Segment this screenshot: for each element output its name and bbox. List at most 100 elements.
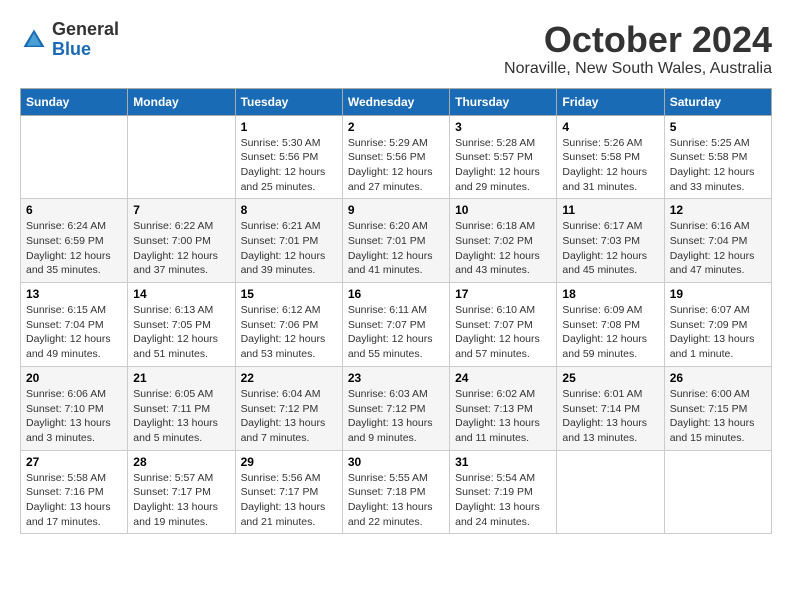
cell-content: Sunrise: 5:56 AMSunset: 7:17 PMDaylight:… [241, 471, 337, 530]
cell-content: Sunrise: 6:05 AMSunset: 7:11 PMDaylight:… [133, 387, 229, 446]
day-number: 24 [455, 371, 551, 385]
day-number: 20 [26, 371, 122, 385]
month-title: October 2024 [504, 20, 772, 60]
cell-content: Sunrise: 6:07 AMSunset: 7:09 PMDaylight:… [670, 303, 766, 362]
calendar-week-row: 20Sunrise: 6:06 AMSunset: 7:10 PMDayligh… [21, 366, 772, 450]
calendar-cell: 28 Sunrise: 5:57 AMSunset: 7:17 PMDayligh… [128, 450, 235, 534]
cell-content: Sunrise: 5:28 AMSunset: 5:57 PMDaylight:… [455, 136, 551, 195]
calendar-cell: 17 Sunrise: 6:10 AMSunset: 7:07 PMDayligh… [450, 283, 557, 367]
day-number: 30 [348, 455, 444, 469]
calendar-cell: 3 Sunrise: 5:28 AMSunset: 5:57 PMDaylight… [450, 115, 557, 199]
calendar-week-row: 6 Sunrise: 6:24 AMSunset: 6:59 PMDaylight… [21, 199, 772, 283]
day-number: 14 [133, 287, 229, 301]
day-number: 16 [348, 287, 444, 301]
day-number: 22 [241, 371, 337, 385]
day-number: 13 [26, 287, 122, 301]
calendar-cell: 31Sunrise: 5:54 AMSunset: 7:19 PMDayligh… [450, 450, 557, 534]
calendar-cell: 24Sunrise: 6:02 AMSunset: 7:13 PMDayligh… [450, 366, 557, 450]
cell-content: Sunrise: 6:12 AMSunset: 7:06 PMDaylight:… [241, 303, 337, 362]
calendar-cell: 8Sunrise: 6:21 AMSunset: 7:01 PMDaylight… [235, 199, 342, 283]
calendar-cell: 4Sunrise: 5:26 AMSunset: 5:58 PMDaylight… [557, 115, 664, 199]
calendar-cell: 10 Sunrise: 6:18 AMSunset: 7:02 PMDayligh… [450, 199, 557, 283]
cell-content: Sunrise: 5:26 AMSunset: 5:58 PMDaylight:… [562, 136, 658, 195]
day-number: 18 [562, 287, 658, 301]
calendar-cell: 16 Sunrise: 6:11 AMSunset: 7:07 PMDayligh… [342, 283, 449, 367]
cell-content: Sunrise: 5:57 AMSunset: 7:17 PMDaylight:… [133, 471, 229, 530]
day-number: 28 [133, 455, 229, 469]
cell-content: Sunrise: 6:17 AMSunset: 7:03 PMDaylight:… [562, 219, 658, 278]
calendar-cell: 20Sunrise: 6:06 AMSunset: 7:10 PMDayligh… [21, 366, 128, 450]
calendar-cell: 27 Sunrise: 5:58 AMSunset: 7:16 PMDayligh… [21, 450, 128, 534]
header-cell-thursday: Thursday [450, 88, 557, 115]
day-number: 1 [241, 120, 337, 134]
day-number: 3 [455, 120, 551, 134]
day-number: 9 [348, 203, 444, 217]
cell-content: Sunrise: 5:55 AMSunset: 7:18 PMDaylight:… [348, 471, 444, 530]
header-cell-tuesday: Tuesday [235, 88, 342, 115]
calendar-cell [128, 115, 235, 199]
day-number: 7 [133, 203, 229, 217]
cell-content: Sunrise: 6:00 AMSunset: 7:15 PMDaylight:… [670, 387, 766, 446]
cell-content: Sunrise: 5:25 AMSunset: 5:58 PMDaylight:… [670, 136, 766, 195]
calendar-week-row: 1 Sunrise: 5:30 AMSunset: 5:56 PMDaylight… [21, 115, 772, 199]
cell-content: Sunrise: 5:58 AMSunset: 7:16 PMDaylight:… [26, 471, 122, 530]
day-number: 25 [562, 371, 658, 385]
calendar-table: SundayMondayTuesdayWednesdayThursdayFrid… [20, 88, 772, 535]
day-number: 27 [26, 455, 122, 469]
cell-content: Sunrise: 6:01 AMSunset: 7:14 PMDaylight:… [562, 387, 658, 446]
calendar-cell [21, 115, 128, 199]
title-area: October 2024 Noraville, New South Wales,… [504, 20, 772, 78]
day-number: 8 [241, 203, 337, 217]
calendar-cell [664, 450, 771, 534]
day-number: 17 [455, 287, 551, 301]
calendar-cell [557, 450, 664, 534]
logo-blue-text: Blue [52, 39, 91, 59]
day-number: 15 [241, 287, 337, 301]
cell-content: Sunrise: 6:03 AMSunset: 7:12 PMDaylight:… [348, 387, 444, 446]
header-cell-wednesday: Wednesday [342, 88, 449, 115]
day-number: 21 [133, 371, 229, 385]
calendar-cell: 21 Sunrise: 6:05 AMSunset: 7:11 PMDayligh… [128, 366, 235, 450]
logo: General Blue [20, 20, 119, 60]
header-cell-sunday: Sunday [21, 88, 128, 115]
calendar-cell: 11Sunrise: 6:17 AMSunset: 7:03 PMDayligh… [557, 199, 664, 283]
calendar-cell: 13 Sunrise: 6:15 AMSunset: 7:04 PMDayligh… [21, 283, 128, 367]
cell-content: Sunrise: 6:11 AMSunset: 7:07 PMDaylight:… [348, 303, 444, 362]
calendar-cell: 29Sunrise: 5:56 AMSunset: 7:17 PMDayligh… [235, 450, 342, 534]
calendar-cell: 6 Sunrise: 6:24 AMSunset: 6:59 PMDaylight… [21, 199, 128, 283]
header-cell-monday: Monday [128, 88, 235, 115]
cell-content: Sunrise: 6:10 AMSunset: 7:07 PMDaylight:… [455, 303, 551, 362]
cell-content: Sunrise: 6:20 AMSunset: 7:01 PMDaylight:… [348, 219, 444, 278]
calendar-cell: 22 Sunrise: 6:04 AMSunset: 7:12 PMDayligh… [235, 366, 342, 450]
cell-content: Sunrise: 6:13 AMSunset: 7:05 PMDaylight:… [133, 303, 229, 362]
header-cell-saturday: Saturday [664, 88, 771, 115]
calendar-cell: 18 Sunrise: 6:09 AMSunset: 7:08 PMDayligh… [557, 283, 664, 367]
logo-general-text: General [52, 19, 119, 39]
header-cell-friday: Friday [557, 88, 664, 115]
day-number: 2 [348, 120, 444, 134]
calendar-cell: 1 Sunrise: 5:30 AMSunset: 5:56 PMDaylight… [235, 115, 342, 199]
calendar-cell: 25 Sunrise: 6:01 AMSunset: 7:14 PMDayligh… [557, 366, 664, 450]
cell-content: Sunrise: 6:04 AMSunset: 7:12 PMDaylight:… [241, 387, 337, 446]
day-number: 19 [670, 287, 766, 301]
calendar-cell: 2 Sunrise: 5:29 AMSunset: 5:56 PMDaylight… [342, 115, 449, 199]
calendar-cell: 15 Sunrise: 6:12 AMSunset: 7:06 PMDayligh… [235, 283, 342, 367]
day-number: 5 [670, 120, 766, 134]
calendar-cell: 12Sunrise: 6:16 AMSunset: 7:04 PMDayligh… [664, 199, 771, 283]
day-number: 12 [670, 203, 766, 217]
calendar-cell: 9 Sunrise: 6:20 AMSunset: 7:01 PMDaylight… [342, 199, 449, 283]
cell-content: Sunrise: 6:24 AMSunset: 6:59 PMDaylight:… [26, 219, 122, 278]
cell-content: Sunrise: 5:30 AMSunset: 5:56 PMDaylight:… [241, 136, 337, 195]
calendar-cell: 23Sunrise: 6:03 AMSunset: 7:12 PMDayligh… [342, 366, 449, 450]
calendar-cell: 19 Sunrise: 6:07 AMSunset: 7:09 PMDayligh… [664, 283, 771, 367]
calendar-cell: 26 Sunrise: 6:00 AMSunset: 7:15 PMDayligh… [664, 366, 771, 450]
day-number: 26 [670, 371, 766, 385]
cell-content: Sunrise: 5:54 AMSunset: 7:19 PMDaylight:… [455, 471, 551, 530]
calendar-cell: 30 Sunrise: 5:55 AMSunset: 7:18 PMDayligh… [342, 450, 449, 534]
cell-content: Sunrise: 6:09 AMSunset: 7:08 PMDaylight:… [562, 303, 658, 362]
cell-content: Sunrise: 6:15 AMSunset: 7:04 PMDaylight:… [26, 303, 122, 362]
day-number: 10 [455, 203, 551, 217]
cell-content: Sunrise: 5:29 AMSunset: 5:56 PMDaylight:… [348, 136, 444, 195]
day-number: 6 [26, 203, 122, 217]
cell-content: Sunrise: 6:18 AMSunset: 7:02 PMDaylight:… [455, 219, 551, 278]
